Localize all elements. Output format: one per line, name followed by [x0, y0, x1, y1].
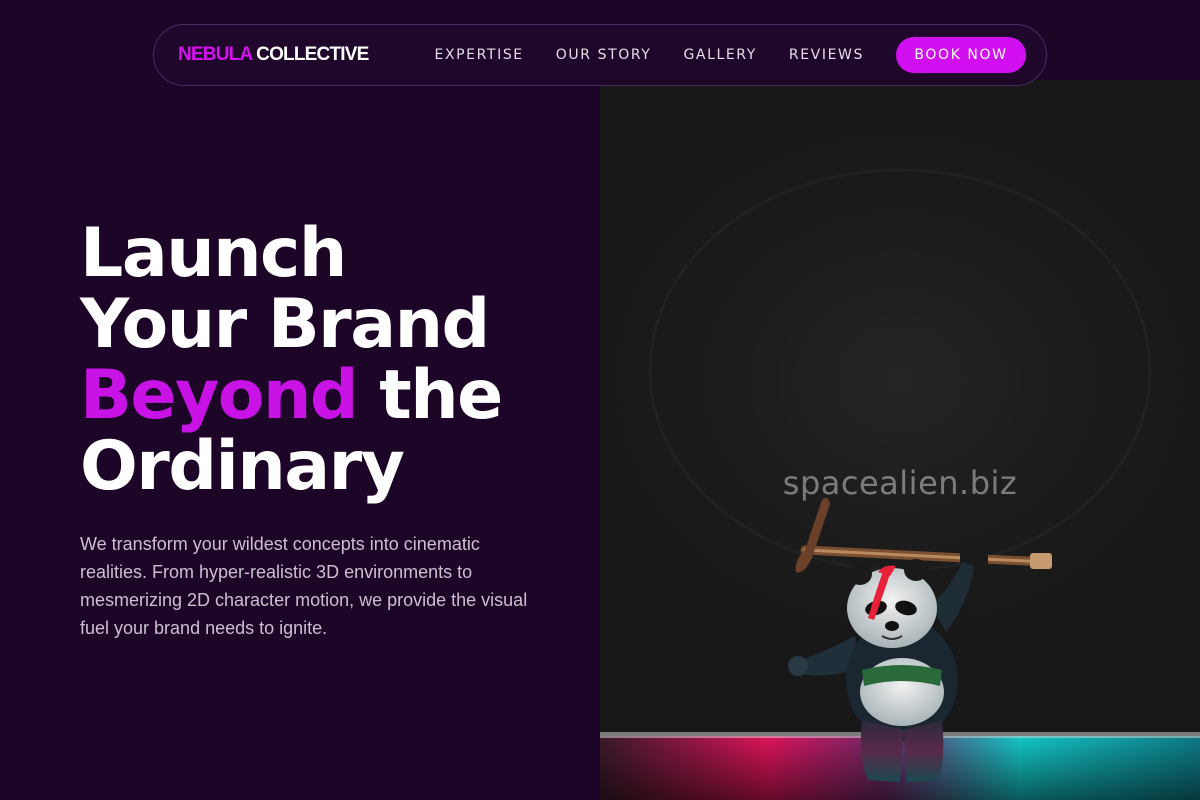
hero-headline: Launch Your Brand Beyond the Ordinary [80, 214, 503, 506]
headline-line-4: Ordinary [80, 427, 405, 506]
image-watermark: spacealien.biz [782, 464, 1018, 502]
nav-link-reviews[interactable]: REVIEWS [789, 47, 864, 63]
headline-line-2: Your Brand [80, 285, 490, 364]
headline-line-1: Launch [80, 214, 347, 293]
brand-logo[interactable]: NEBULA COLLECTIVE [178, 44, 369, 66]
hero-image: spacealien.biz [600, 80, 1200, 800]
hero-description: We transform your wildest concepts into … [80, 534, 528, 638]
headline-highlight: Beyond [80, 356, 359, 435]
book-now-button[interactable]: BOOK NOW [895, 37, 1026, 73]
headline-line-3: Beyond the [80, 360, 503, 431]
brand-name-rest: COLLECTIVE [251, 44, 369, 65]
nav-links: EXPERTISE OUR STORY GALLERY REVIEWS BOOK… [435, 37, 1026, 73]
nav-link-our-story[interactable]: OUR STORY [556, 47, 652, 63]
nav-link-expertise[interactable]: EXPERTISE [435, 47, 524, 63]
panda-figurine-image [600, 168, 1200, 800]
headline-line-3-rest: the [357, 356, 503, 435]
brand-name-accent: NEBULA [178, 44, 252, 65]
nav-link-gallery[interactable]: GALLERY [683, 47, 756, 63]
main-navbar: NEBULA COLLECTIVE EXPERTISE OUR STORY GA… [153, 24, 1047, 86]
